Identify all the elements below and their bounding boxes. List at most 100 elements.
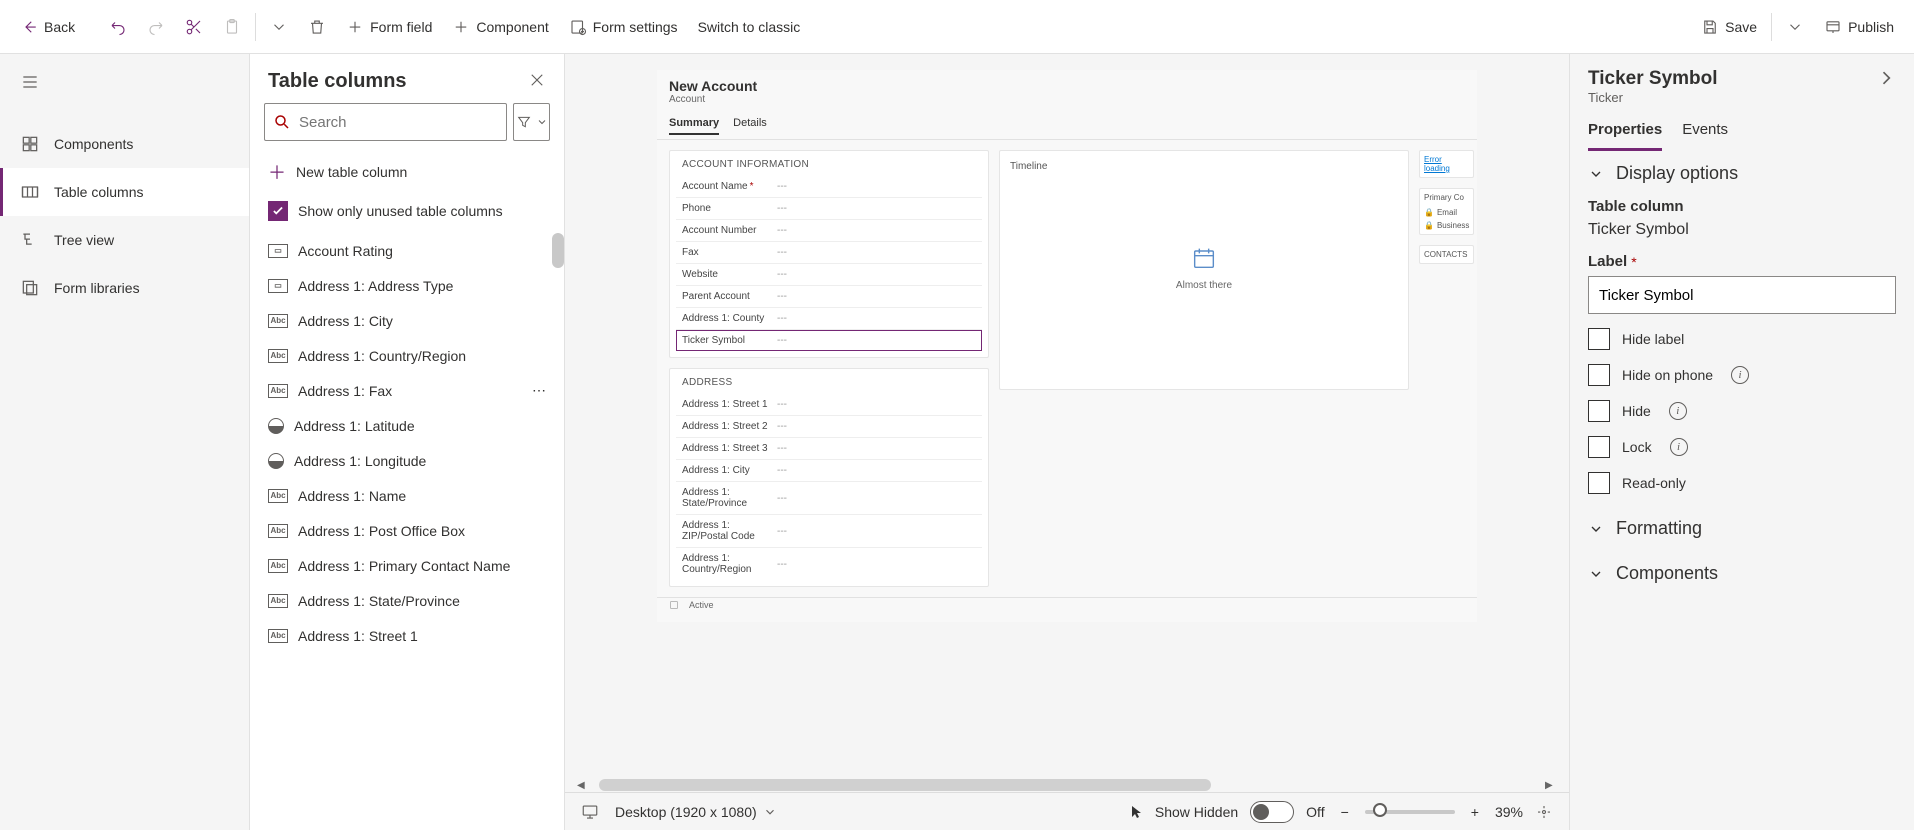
scrollbar-thumb[interactable] (599, 779, 1211, 791)
tab-properties[interactable]: Properties (1588, 121, 1662, 151)
show-hidden-toggle[interactable] (1250, 801, 1294, 823)
scroll-right-arrow[interactable]: ▶ (1545, 780, 1557, 791)
lock-checkbox[interactable] (1588, 436, 1610, 458)
components-title: Components (1616, 563, 1718, 584)
show-unused-checkbox[interactable] (268, 201, 288, 221)
cut-button[interactable] (175, 12, 213, 42)
zoom-slider[interactable] (1365, 810, 1455, 814)
section-timeline[interactable]: Timeline Almost there (999, 150, 1409, 390)
form-field[interactable]: Parent Account--- (676, 286, 982, 308)
table-column-item[interactable]: AbcAddress 1: Street 1⋯ (250, 618, 564, 653)
hide-label-checkbox[interactable] (1588, 328, 1610, 350)
form-field[interactable]: Address 1: Street 3--- (676, 438, 982, 460)
form-tab[interactable]: Details (733, 117, 767, 135)
mini-card-error[interactable]: Error loading (1419, 150, 1474, 178)
form-field[interactable]: Address 1: State/Province--- (676, 482, 982, 515)
redo-button[interactable] (137, 12, 175, 42)
form-tab[interactable]: Summary (669, 117, 719, 135)
form-field[interactable]: Fax--- (676, 242, 982, 264)
info-icon[interactable]: i (1731, 366, 1749, 384)
add-form-field-button[interactable]: Form field (336, 12, 442, 42)
table-column-item[interactable]: AbcAddress 1: Fax⋯ (250, 373, 564, 408)
info-icon[interactable]: i (1669, 402, 1687, 420)
plus-icon: ＋ (268, 159, 286, 185)
hide-on-phone-row[interactable]: Hide on phone i (1588, 364, 1896, 386)
nav-components[interactable]: Components (0, 120, 249, 168)
filter-button[interactable] (513, 103, 550, 141)
section-display-options-header[interactable]: Display options (1588, 163, 1896, 184)
section-formatting-header[interactable]: Formatting (1588, 518, 1896, 539)
desktop-icon (581, 803, 599, 821)
error-link[interactable]: Error loading (1424, 155, 1450, 173)
lock-row[interactable]: Lock i (1588, 436, 1896, 458)
hide-row[interactable]: Hide i (1588, 400, 1896, 422)
nav-tree-view[interactable]: Tree view (0, 216, 249, 264)
table-column-item[interactable]: AbcAddress 1: State/Province⋯ (250, 583, 564, 618)
zoom-in-button[interactable]: + (1467, 804, 1483, 820)
form-preview[interactable]: New Account Account SummaryDetails ACCOU… (657, 70, 1477, 622)
form-field[interactable]: Address 1: Street 2--- (676, 416, 982, 438)
nav-table-columns[interactable]: Table columns (0, 168, 249, 216)
form-settings-button[interactable]: Form settings (559, 12, 688, 42)
hide-on-phone-checkbox[interactable] (1588, 364, 1610, 386)
fit-to-screen-icon[interactable] (1535, 803, 1553, 821)
hide-label-row[interactable]: Hide label (1588, 328, 1896, 350)
table-column-item-label: Address 1: City (298, 313, 393, 329)
table-columns-list[interactable]: ▭Account Rating⋯▭Address 1: Address Type… (250, 233, 564, 830)
switch-classic-button[interactable]: Switch to classic (688, 13, 811, 41)
form-field[interactable]: Address 1: ZIP/Postal Code--- (676, 515, 982, 548)
undo-button[interactable] (99, 12, 137, 42)
form-field[interactable]: Account Name*--- (676, 176, 982, 198)
table-column-item[interactable]: Address 1: Latitude⋯ (250, 408, 564, 443)
nav-form-libraries[interactable]: Form libraries (0, 264, 249, 312)
hamburger-button[interactable] (0, 62, 249, 102)
form-field[interactable]: Ticker Symbol--- (676, 330, 982, 351)
section-address[interactable]: ADDRESS Address 1: Street 1---Address 1:… (669, 368, 989, 587)
paste-button[interactable] (213, 12, 251, 42)
new-table-column-button[interactable]: ＋ New table column (250, 151, 564, 193)
scrollbar-thumb[interactable] (552, 233, 564, 268)
paste-dropdown[interactable] (260, 12, 298, 42)
info-icon[interactable]: i (1670, 438, 1688, 456)
zoom-out-button[interactable]: − (1337, 804, 1353, 820)
form-field[interactable]: Address 1: County--- (676, 308, 982, 330)
section-components-header[interactable]: Components (1588, 563, 1896, 584)
section-account-information[interactable]: ACCOUNT INFORMATION Account Name*---Phon… (669, 150, 989, 358)
save-dropdown[interactable] (1776, 12, 1814, 42)
mini-card-primary[interactable]: Primary Co 🔒Email 🔒Business (1419, 188, 1474, 235)
read-only-row[interactable]: Read-only (1588, 472, 1896, 494)
delete-button[interactable] (298, 12, 336, 42)
back-button[interactable]: Back (10, 12, 85, 42)
mini-card-contacts[interactable]: CONTACTS (1419, 245, 1474, 264)
more-icon[interactable]: ⋯ (532, 382, 546, 399)
table-column-item[interactable]: ▭Account Rating⋯ (250, 233, 564, 268)
table-column-item[interactable]: Address 1: Longitude⋯ (250, 443, 564, 478)
add-component-button[interactable]: Component (442, 12, 558, 42)
horizontal-scrollbar[interactable]: ◀ ▶ (565, 778, 1569, 792)
table-column-item[interactable]: AbcAddress 1: Post Office Box⋯ (250, 513, 564, 548)
hide-checkbox[interactable] (1588, 400, 1610, 422)
viewport-selector[interactable]: Desktop (1920 x 1080) (615, 804, 777, 820)
show-unused-row[interactable]: Show only unused table columns (250, 193, 564, 233)
table-column-item[interactable]: AbcAddress 1: Primary Contact Name⋯ (250, 548, 564, 583)
collapse-props-button[interactable] (1876, 68, 1896, 91)
save-button[interactable]: Save (1691, 12, 1767, 42)
read-only-checkbox[interactable] (1588, 472, 1610, 494)
search-input[interactable] (299, 114, 498, 131)
form-field[interactable]: Address 1: Street 1--- (676, 394, 982, 416)
search-input-wrapper[interactable] (264, 103, 507, 141)
form-field[interactable]: Account Number--- (676, 220, 982, 242)
close-button[interactable] (528, 71, 546, 92)
tab-events[interactable]: Events (1682, 121, 1728, 151)
table-column-item[interactable]: AbcAddress 1: Name⋯ (250, 478, 564, 513)
form-field[interactable]: Address 1: City--- (676, 460, 982, 482)
publish-button[interactable]: Publish (1814, 12, 1904, 42)
label-input[interactable] (1588, 276, 1896, 314)
form-field[interactable]: Address 1: Country/Region--- (676, 548, 982, 580)
scroll-left-arrow[interactable]: ◀ (577, 780, 589, 791)
table-column-item[interactable]: AbcAddress 1: City⋯ (250, 303, 564, 338)
form-field[interactable]: Phone--- (676, 198, 982, 220)
form-field[interactable]: Website--- (676, 264, 982, 286)
table-column-item[interactable]: AbcAddress 1: Country/Region⋯ (250, 338, 564, 373)
table-column-item[interactable]: ▭Address 1: Address Type⋯ (250, 268, 564, 303)
